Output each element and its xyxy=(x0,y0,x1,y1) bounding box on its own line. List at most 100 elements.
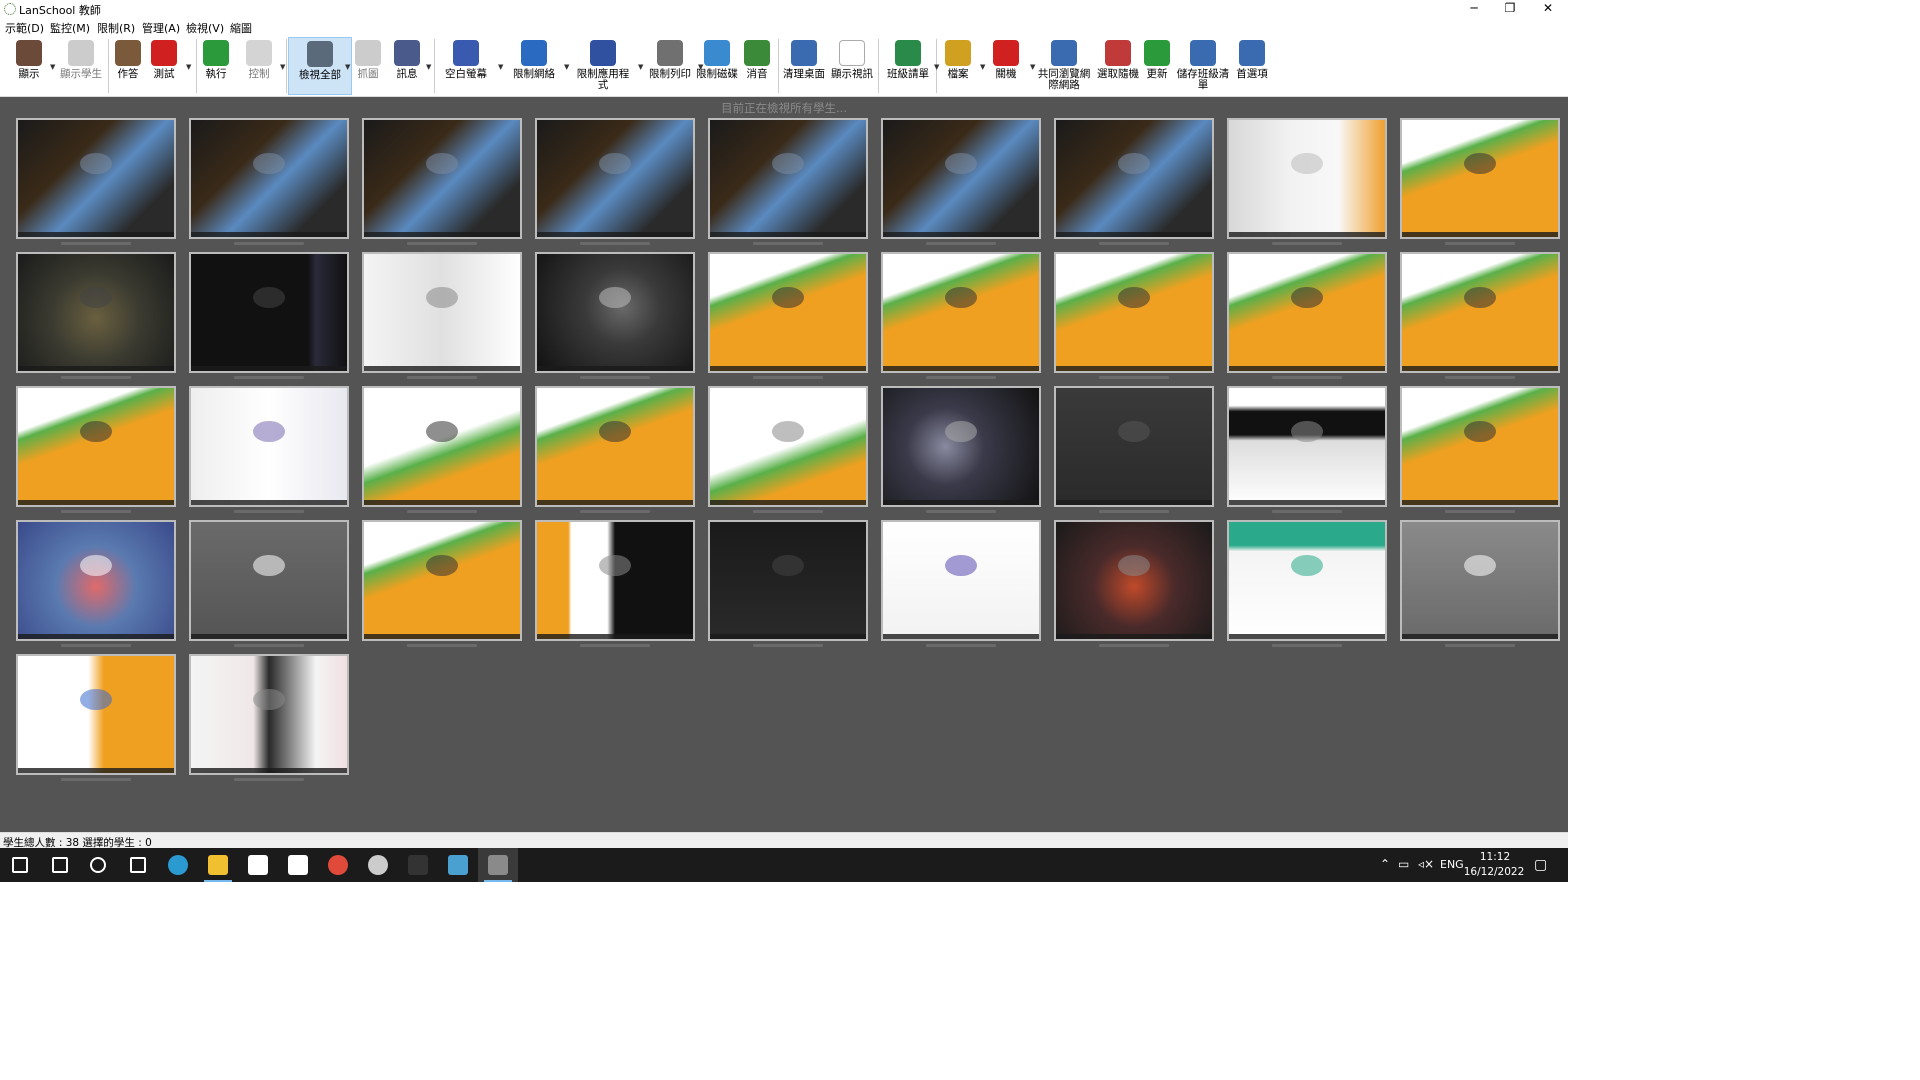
student-thumbnail[interactable] xyxy=(189,252,349,373)
student-thumbnail[interactable] xyxy=(362,520,522,641)
minimize-button[interactable]: ─ xyxy=(1456,0,1492,19)
student-thumbnail[interactable] xyxy=(1400,520,1560,641)
student-thumbnail[interactable] xyxy=(189,386,349,507)
toolbar-button-18[interactable]: 檔案 xyxy=(940,37,976,95)
student-thumbnail[interactable] xyxy=(1400,252,1560,373)
student-thumbnail[interactable] xyxy=(189,118,349,239)
student-thumbnail[interactable] xyxy=(881,252,1041,373)
student-thumbnail[interactable] xyxy=(1054,118,1214,239)
student-thumbnail[interactable] xyxy=(1227,252,1387,373)
taskbar-button[interactable] xyxy=(478,848,518,882)
clock-date[interactable]: 16/12/2022 xyxy=(1462,866,1526,878)
student-thumbnail[interactable] xyxy=(362,386,522,507)
dropdown-arrow-icon[interactable]: ▼ xyxy=(564,63,569,71)
menu-demo[interactable]: 示範(D) xyxy=(5,20,44,36)
toolbar-button-4[interactable]: 執行 xyxy=(200,37,232,95)
volume-icon[interactable]: ◃× xyxy=(1418,857,1434,871)
network-icon[interactable]: ▭ xyxy=(1398,857,1409,871)
menu-view[interactable]: 檢視(V) xyxy=(186,20,224,36)
dropdown-arrow-icon[interactable]: ▼ xyxy=(1030,63,1035,71)
dropdown-arrow-icon[interactable]: ▼ xyxy=(345,63,350,71)
student-thumbnail[interactable] xyxy=(708,252,868,373)
student-thumbnail[interactable] xyxy=(362,252,522,373)
dropdown-arrow-icon[interactable]: ▼ xyxy=(426,63,431,71)
taskbar-button[interactable] xyxy=(78,848,118,882)
student-thumbnail[interactable] xyxy=(535,520,695,641)
toolbar-button-2[interactable]: 作答 xyxy=(110,37,146,95)
toolbar-button-6[interactable]: 檢視全部 xyxy=(288,37,352,95)
menu-thumbnail[interactable]: 縮圖 xyxy=(230,20,252,36)
maximize-button[interactable]: ❐ xyxy=(1492,0,1528,19)
toolbar-button-12[interactable]: 限制列印 xyxy=(646,37,694,95)
toolbar-button-15[interactable]: 清理桌面 xyxy=(780,37,828,95)
taskbar-button[interactable] xyxy=(318,848,358,882)
student-thumbnail[interactable] xyxy=(1054,386,1214,507)
toolbar-button-16[interactable]: 顯示視訊 xyxy=(828,37,876,95)
dropdown-arrow-icon[interactable]: ▼ xyxy=(50,63,55,71)
student-thumbnail[interactable] xyxy=(535,252,695,373)
student-thumbnail[interactable] xyxy=(16,520,176,641)
student-thumbnail[interactable] xyxy=(881,386,1041,507)
student-thumbnail[interactable] xyxy=(1400,386,1560,507)
toolbar-button-24[interactable]: 首選項 xyxy=(1234,37,1270,95)
student-thumbnail[interactable] xyxy=(189,520,349,641)
menu-monitor[interactable]: 監控(M) xyxy=(50,20,90,36)
student-thumbnail[interactable] xyxy=(16,118,176,239)
student-thumbnail[interactable] xyxy=(1227,520,1387,641)
toolbar-button-14[interactable]: 消音 xyxy=(742,37,772,95)
toolbar-button-5[interactable]: 控制 xyxy=(240,37,278,95)
toolbar-button-9[interactable]: 空白螢幕 xyxy=(444,37,488,95)
toolbar-button-17[interactable]: 班級請單 xyxy=(884,37,932,95)
dropdown-arrow-icon[interactable]: ▼ xyxy=(280,63,285,71)
toolbar-button-20[interactable]: 共同瀏覽網際網路 xyxy=(1036,37,1092,95)
tray-chevron-icon[interactable]: ⌃ xyxy=(1380,857,1390,871)
taskbar-button[interactable] xyxy=(398,848,438,882)
student-thumbnail[interactable] xyxy=(1400,118,1560,239)
student-thumbnail[interactable] xyxy=(1227,118,1387,239)
taskbar-button[interactable] xyxy=(118,848,158,882)
taskbar-button[interactable] xyxy=(358,848,398,882)
taskbar-button[interactable] xyxy=(278,848,318,882)
toolbar-button-19[interactable]: 關機 xyxy=(984,37,1028,95)
toolbar-button-1[interactable]: 顯示學生 xyxy=(58,37,104,95)
student-thumbnail[interactable] xyxy=(881,520,1041,641)
student-thumbnail[interactable] xyxy=(708,118,868,239)
menu-limit[interactable]: 限制(R) xyxy=(97,20,135,36)
toolbar-button-11[interactable]: 限制應用程式 xyxy=(574,37,632,95)
dropdown-arrow-icon[interactable]: ▼ xyxy=(498,63,503,71)
student-thumbnail[interactable] xyxy=(362,118,522,239)
toolbar-button-10[interactable]: 限制網絡 xyxy=(508,37,560,95)
student-thumbnail[interactable] xyxy=(708,520,868,641)
toolbar-button-8[interactable]: 訊息 xyxy=(388,37,426,95)
clock-time[interactable]: 11:12 xyxy=(1470,851,1520,863)
notification-icon[interactable]: ▢ xyxy=(1534,857,1547,873)
taskbar-button[interactable] xyxy=(198,848,238,882)
taskbar-button[interactable] xyxy=(40,848,80,882)
toolbar-button-7[interactable]: 抓圖 xyxy=(354,37,382,95)
student-thumbnail[interactable] xyxy=(535,118,695,239)
taskbar-button[interactable] xyxy=(438,848,478,882)
student-thumbnail[interactable] xyxy=(1054,520,1214,641)
student-thumbnail[interactable] xyxy=(881,118,1041,239)
toolbar-button-22[interactable]: 更新 xyxy=(1142,37,1172,95)
taskbar-button[interactable] xyxy=(158,848,198,882)
student-thumbnail[interactable] xyxy=(16,252,176,373)
taskbar-button[interactable] xyxy=(238,848,278,882)
student-thumbnail[interactable] xyxy=(708,386,868,507)
student-thumbnail[interactable] xyxy=(535,386,695,507)
taskbar-button[interactable] xyxy=(0,848,40,882)
toolbar-button-0[interactable]: 顯示 xyxy=(12,37,46,95)
dropdown-arrow-icon[interactable]: ▼ xyxy=(186,63,191,71)
menu-admin[interactable]: 管理(A) xyxy=(142,20,180,36)
close-button[interactable]: ✕ xyxy=(1530,0,1566,19)
toolbar-button-23[interactable]: 儲存班級清單 xyxy=(1176,37,1230,95)
input-language[interactable]: ENG xyxy=(1440,858,1464,871)
student-thumbnail[interactable] xyxy=(1227,386,1387,507)
student-thumbnail[interactable] xyxy=(189,654,349,775)
student-thumbnail[interactable] xyxy=(16,654,176,775)
student-thumbnail[interactable] xyxy=(1054,252,1214,373)
dropdown-arrow-icon[interactable]: ▼ xyxy=(638,63,643,71)
student-thumbnail[interactable] xyxy=(16,386,176,507)
toolbar-button-13[interactable]: 限制磁碟 xyxy=(696,37,738,95)
dropdown-arrow-icon[interactable]: ▼ xyxy=(934,63,939,71)
